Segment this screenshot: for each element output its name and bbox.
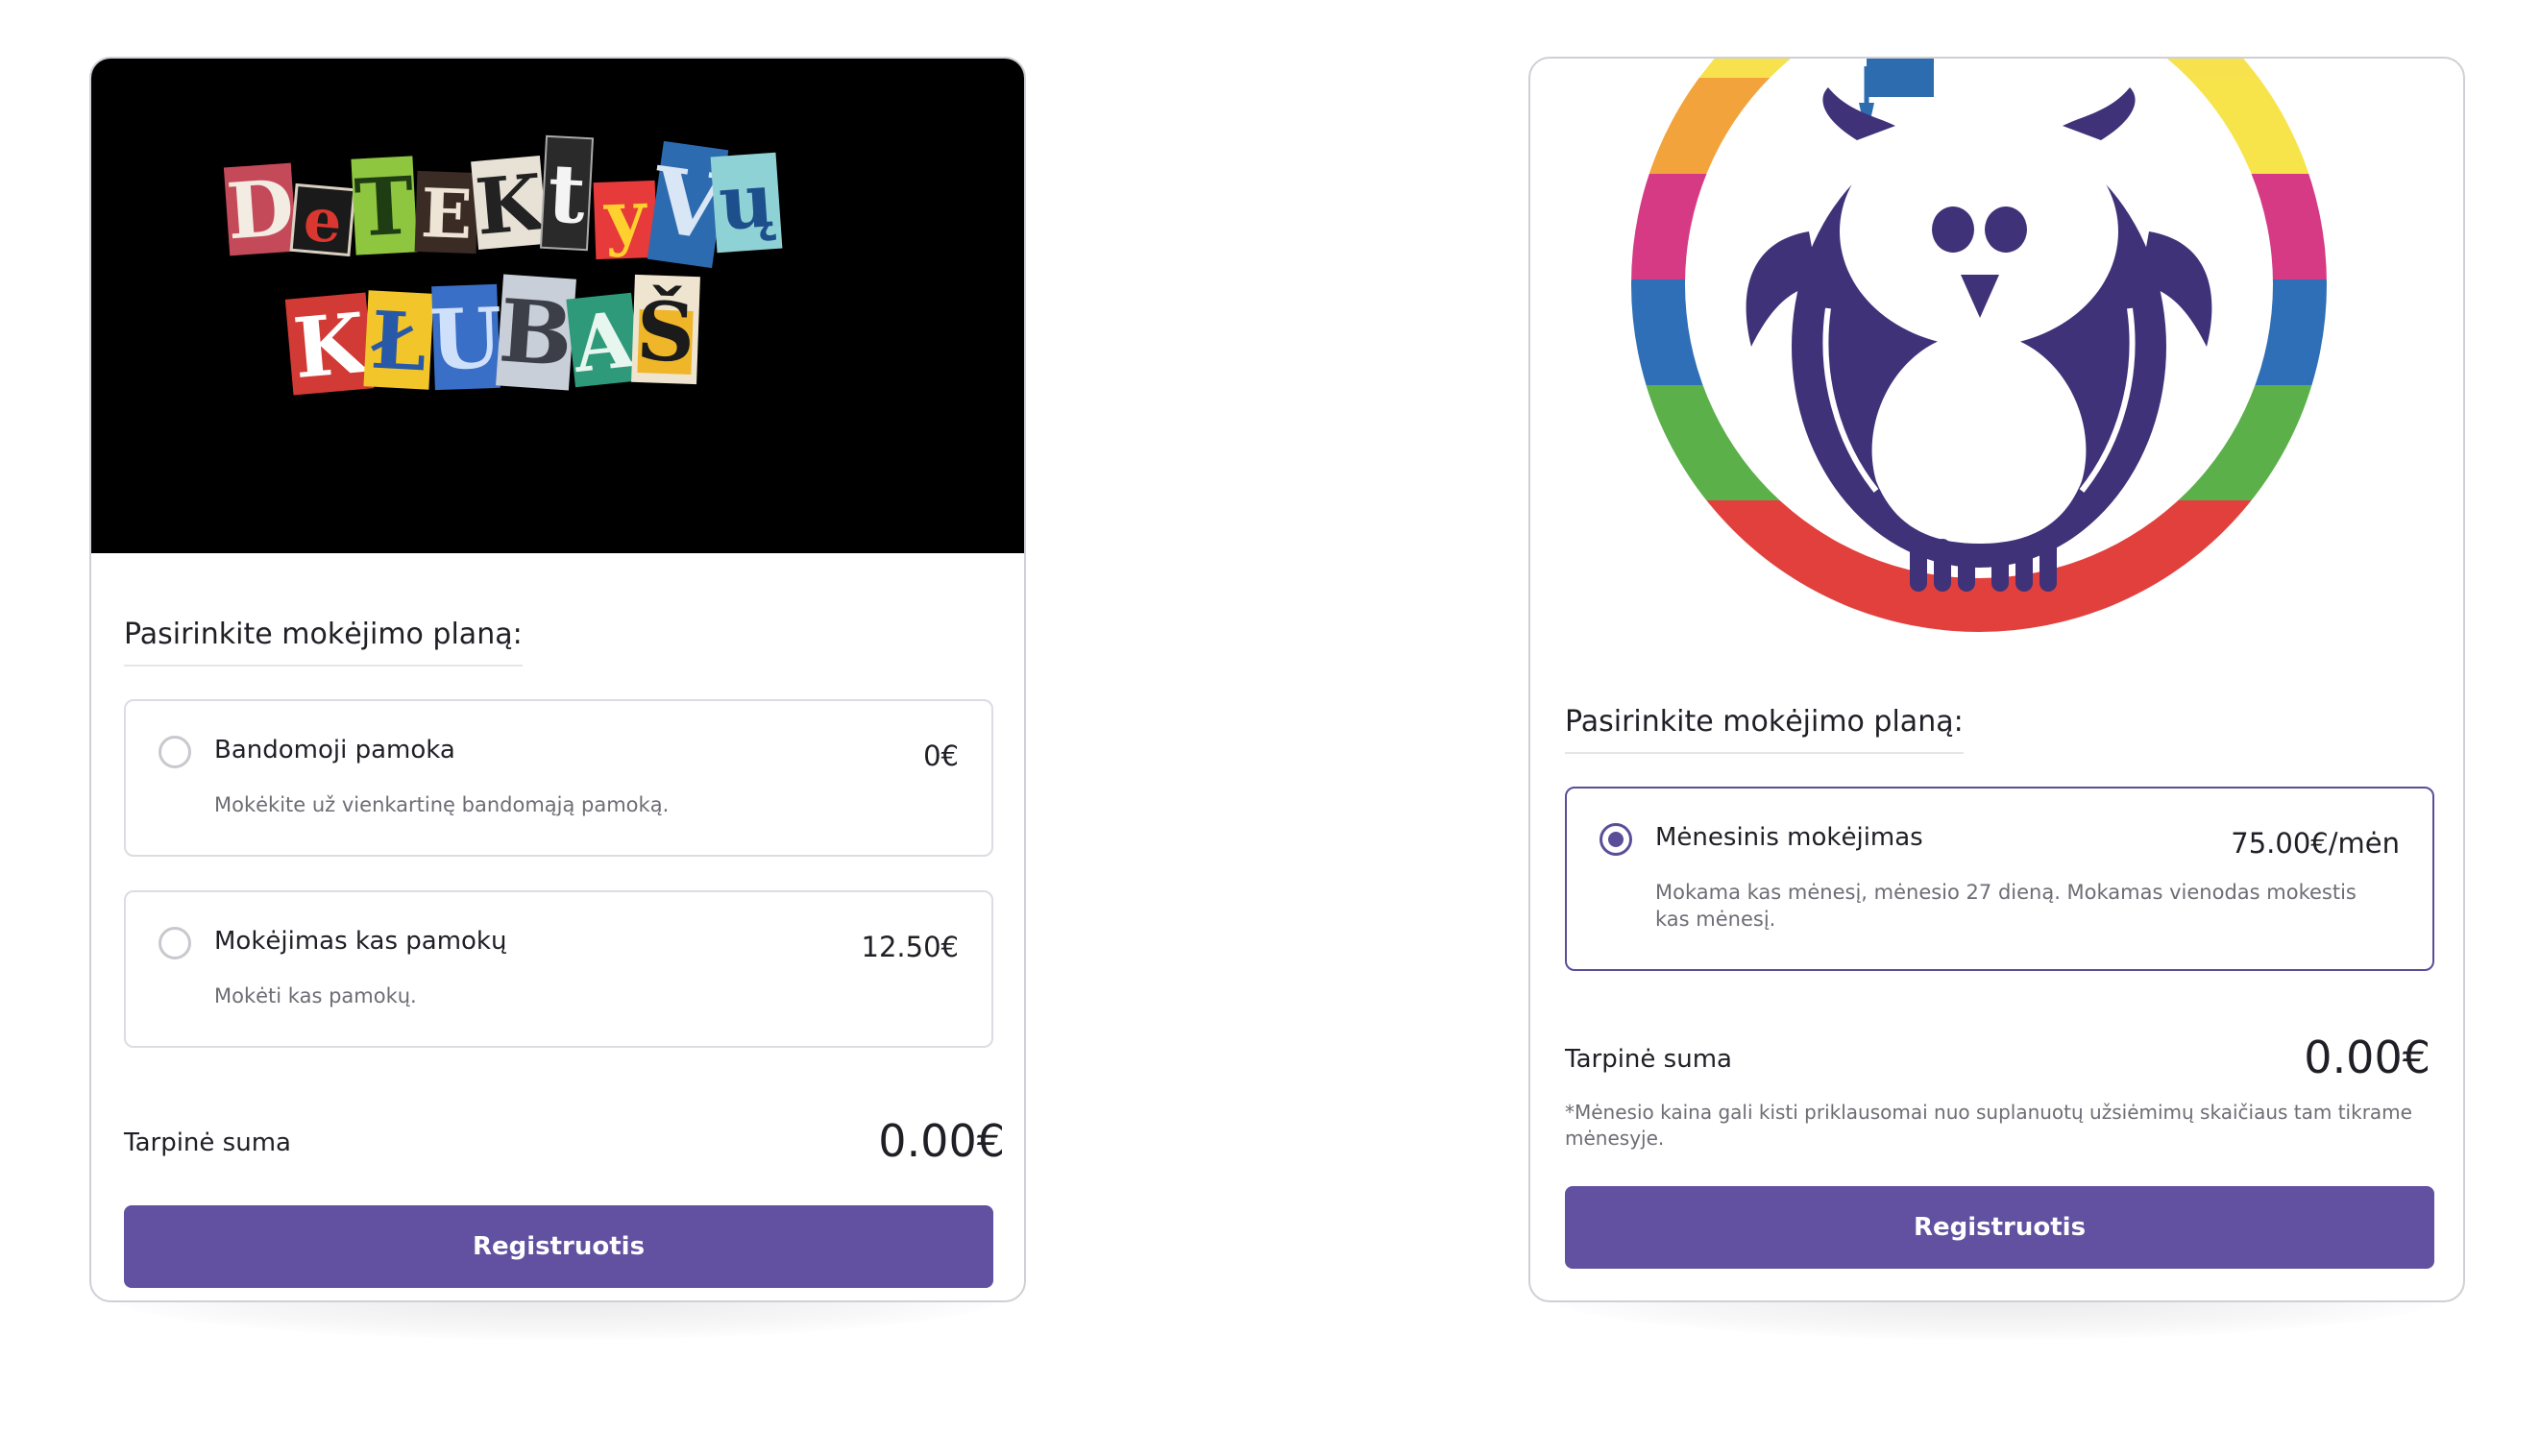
plan-description: Mokėkite už vienkartinę bandomąją pamoką…: [214, 793, 670, 816]
radio-button[interactable]: [159, 736, 191, 768]
payment-plan-option[interactable]: Bandomoji pamoka 0€ Mokėkite už vienkart…: [124, 699, 993, 857]
logo-letter: ų: [717, 157, 777, 248]
logo-letter: U: [428, 290, 503, 390]
logo-letter: D: [224, 162, 297, 257]
plan-description: Mokėti kas pamokų.: [214, 984, 417, 1007]
logo-letter: Š: [635, 283, 696, 380]
logo-letter: t: [546, 145, 588, 242]
plan-description: Mokama kas mėnesį, mėnesio 27 dieną. Mok…: [1655, 881, 2357, 931]
payment-plan-option[interactable]: Mėnesinis mokėjimas 75.00€/mėn Mokama ka…: [1565, 787, 2434, 971]
subtotal-label: Tarpinė suma: [124, 1128, 291, 1157]
logo-letter: e: [301, 183, 345, 256]
course-cover-image: D e T E K t y V ų K Ł U B A Š: [91, 59, 1024, 553]
subtotal-label: Tarpinė suma: [1565, 1045, 1732, 1074]
register-button[interactable]: Registruotis: [124, 1205, 993, 1288]
course-card-owl: Pasirinkite mokėjimo planą: Mėnesinis mo…: [1528, 57, 2465, 1302]
plan-name: Mėnesinis mokėjimas: [1655, 823, 1923, 852]
owl-graduate-logo-icon: [1631, 59, 2327, 632]
logo-letter: T: [353, 159, 416, 255]
plan-name: Mokėjimas kas pamokų: [214, 927, 507, 956]
course-card-detektyvu-klubas: D e T E K t y V ų K Ł U B A Š Pasirinkit…: [89, 57, 1026, 1302]
register-button[interactable]: Registruotis: [1565, 1186, 2434, 1269]
plan-name: Bandomoji pamoka: [214, 736, 455, 764]
logo-letter: y: [602, 175, 649, 259]
logo-letter: K: [472, 157, 549, 253]
logo-letter: Ł: [368, 295, 428, 390]
detektyvu-klubas-logo: D e T E K t y V ų K Ł U B A Š: [223, 134, 783, 398]
plan-price: 75.00€/mėn: [2231, 827, 2400, 860]
payment-plan-option[interactable]: Mokėjimas kas pamokų 12.50€ Mokėti kas p…: [124, 890, 993, 1048]
section-title: Pasirinkite mokėjimo planą:: [1565, 705, 1964, 754]
plan-price: 12.50€: [861, 931, 959, 963]
logo-letter: A: [568, 294, 638, 390]
section-title: Pasirinkite mokėjimo planą:: [124, 618, 523, 667]
subtotal-value: 0.00€: [2304, 1031, 2430, 1083]
plan-price: 0€: [923, 740, 959, 772]
logo-letter: E: [420, 173, 474, 255]
subtotal-value: 0.00€: [878, 1115, 1005, 1167]
logo-letter: B: [496, 279, 575, 386]
radio-button-selected[interactable]: [1600, 823, 1632, 856]
logo-letter: K: [290, 295, 374, 398]
price-note: *Mėnesio kaina gali kisti priklausomai n…: [1565, 1101, 2412, 1150]
radio-button[interactable]: [159, 927, 191, 959]
